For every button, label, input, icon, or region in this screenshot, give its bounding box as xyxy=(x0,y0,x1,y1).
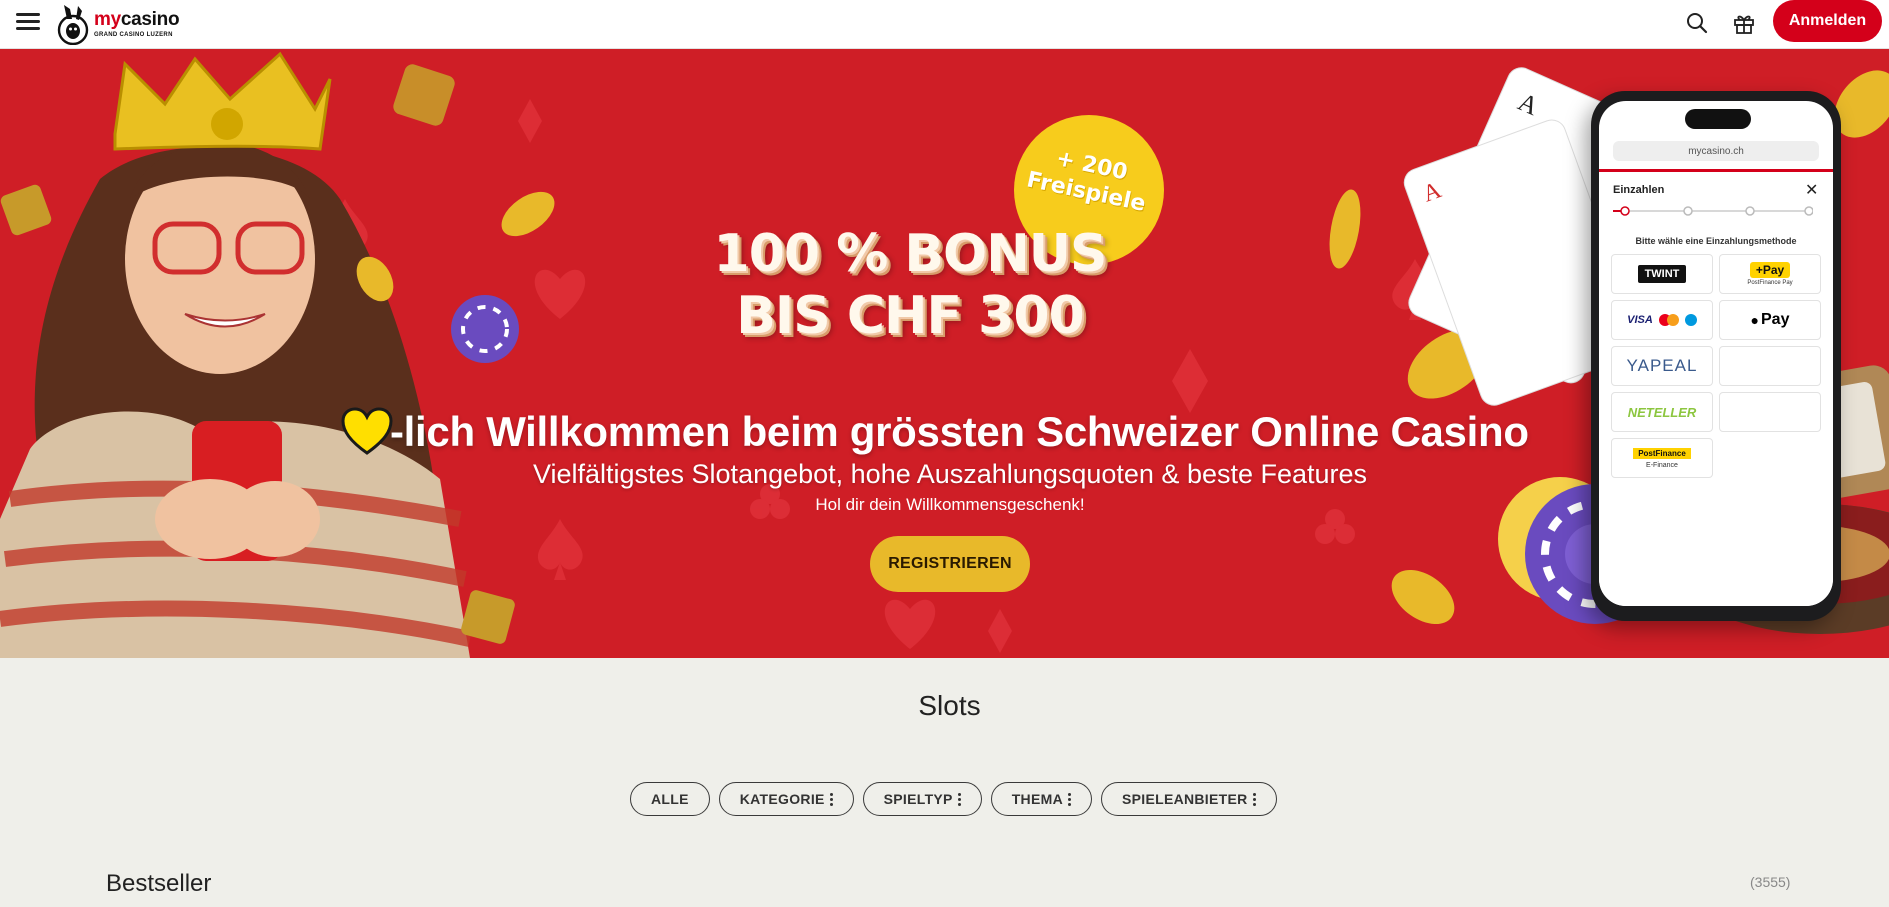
deposit-panel: Einzahlen ✕ Bitte wähle eine Einzahlungs… xyxy=(1599,169,1833,606)
payment-neteller: NETELLER xyxy=(1611,392,1713,432)
payment-yapeal: YAPEAL xyxy=(1611,346,1713,386)
register-button[interactable]: REGISTRIEREN xyxy=(870,536,1030,592)
payment-postfinance-efinance: PostFinance E-Finance xyxy=(1611,438,1713,478)
bestseller-heading: Bestseller xyxy=(106,870,212,897)
hero-smallline: Hol dir dein Willkommensgeschenk! xyxy=(815,495,1085,514)
login-button[interactable]: Anmelden xyxy=(1773,0,1882,42)
phone-url-bar: mycasino.ch xyxy=(1613,141,1819,161)
more-vertical-icon xyxy=(1067,792,1071,806)
deposit-title: Einzahlen xyxy=(1613,184,1665,196)
phone-notch xyxy=(1685,109,1751,129)
bestseller-count: (3555) xyxy=(1750,874,1791,890)
welcome-headline: -lich Willkommen beim grössten Schweizer… xyxy=(340,404,1580,460)
close-icon: ✕ xyxy=(1805,182,1819,199)
filter-theme[interactable]: THEMA xyxy=(990,782,1092,816)
hero-subline: Vielfältigstes Slotangebot, hohe Auszahl… xyxy=(532,459,1368,489)
payment-postfinance-pay: +Pay PostFinance Pay xyxy=(1719,254,1821,294)
phone-screen: mycasino.ch Einzahlen ✕ Bitte wähle eine… xyxy=(1599,101,1833,606)
more-vertical-icon xyxy=(829,792,833,806)
mycasino-logo[interactable]: mycasino GRAND CASINO LUZERN xyxy=(56,2,180,46)
bonus-line-1: 100 % BONUS xyxy=(713,224,1108,284)
filter-all[interactable]: ALLE xyxy=(630,782,710,816)
slots-title: Slots xyxy=(918,690,981,721)
payment-slot-empty-1 xyxy=(1719,346,1821,386)
payment-visa-mastercard: VISA xyxy=(1611,300,1713,340)
deposit-steps xyxy=(1613,206,1813,216)
hamburger-menu-icon[interactable] xyxy=(16,10,42,32)
hero-banner[interactable]: A A + 200 Freispiele 100 % BONUS BIS CHF… xyxy=(0,49,1889,658)
welcome-text: -lich Willkommen beim grössten Schweizer… xyxy=(390,408,1529,455)
yellow-heart-icon xyxy=(341,407,393,455)
payment-apple-pay: ● Pay xyxy=(1719,300,1821,340)
bonus-line-2: BIS CHF 300 xyxy=(736,286,1084,346)
more-vertical-icon xyxy=(1252,792,1256,806)
top-header: mycasino GRAND CASINO LUZERN Anmelden xyxy=(0,0,1889,49)
logo-subtitle: GRAND CASINO LUZERN xyxy=(94,32,173,38)
payment-slot-empty-2 xyxy=(1719,392,1821,432)
bonus-headline: 100 % BONUS BIS CHF 300 xyxy=(700,223,1120,347)
logo-wordmark: mycasino xyxy=(94,9,180,30)
filter-provider[interactable]: SPIELEANBIETER xyxy=(1100,782,1277,816)
search-icon[interactable] xyxy=(1684,10,1710,36)
filter-game-type[interactable]: SPIELTYP xyxy=(862,782,982,816)
deposit-hint: Bitte wähle eine Einzahlungsmethode xyxy=(1635,236,1797,246)
phone-mockup: mycasino.ch Einzahlen ✕ Bitte wähle eine… xyxy=(1591,91,1841,621)
gift-icon[interactable] xyxy=(1731,10,1757,36)
rabbit-logo-icon xyxy=(57,5,89,45)
payment-twint: TWINT xyxy=(1611,254,1713,294)
more-vertical-icon xyxy=(957,792,961,806)
filter-category[interactable]: KATEGORIE xyxy=(718,782,854,816)
slot-filters: ALLE KATEGORIE SPIELTYP THEMA SPIELEANBI… xyxy=(630,782,1277,816)
